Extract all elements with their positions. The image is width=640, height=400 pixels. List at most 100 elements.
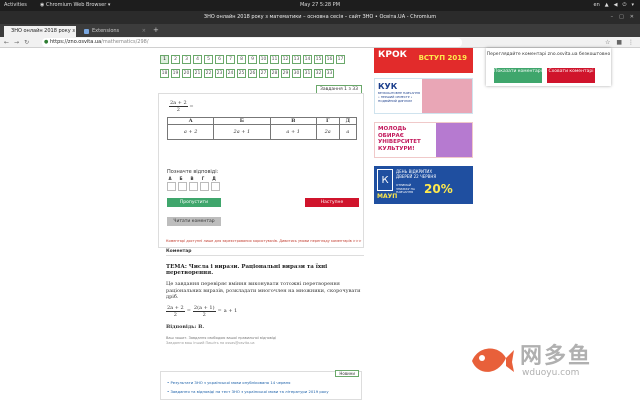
system-tray[interactable]: en ▲ ◀ ⏻ ▾ [594,0,634,11]
question-page-20[interactable]: 20 [182,69,191,78]
forward-icon[interactable]: → [14,37,19,48]
question-page-16[interactable]: 16 [325,55,334,64]
reload-icon[interactable]: ↻ [24,37,29,48]
question-page-2[interactable]: 2 [171,55,180,64]
question-page-29[interactable]: 29 [281,69,290,78]
ad-tagline: ВСТУП 2019 [418,54,467,62]
toolbar: ← → ↻ ● https://zno.osvita.ua/mathematic… [0,37,640,48]
question-page-32[interactable]: 32 [314,69,323,78]
answer-letter: А [168,176,172,181]
star-icon[interactable]: ☆ [605,37,610,48]
volume-icon: ◀ [613,2,618,8]
next-button[interactable]: Наступне [305,198,359,207]
question-page-10[interactable]: 10 [259,55,268,64]
ad-subtitle: ОТРИМАЙ ЗНИЖКУ НА НАВЧАННЯ [396,183,415,195]
question-page-33[interactable]: 33 [325,69,334,78]
solution-footnote-contact: Завдання ваш інший Пишіть на ossas@osvit… [166,340,255,345]
skip-button[interactable]: Пропустити [167,198,221,207]
option-value: a + 1 [269,124,317,140]
question-page-9[interactable]: 9 [248,55,257,64]
answer-checkboxes [167,182,220,191]
question-page-6[interactable]: 6 [215,55,224,64]
question-page-26[interactable]: 26 [248,69,257,78]
question-page-27[interactable]: 27 [259,69,268,78]
question-page-25[interactable]: 25 [237,69,246,78]
question-page-21[interactable]: 21 [193,69,202,78]
question-page-14[interactable]: 14 [303,55,312,64]
ad-banner-kuk[interactable]: КУК БЕЗКОШТОВНЕ НАВЧАННЯ • ПЕРШИЙ СЕМЕСТ… [374,78,473,114]
maup-logo-icon: К [377,169,393,191]
question-page-12[interactable]: 12 [281,55,290,64]
answer-letter: Г [201,176,205,181]
question-page-22[interactable]: 22 [204,69,213,78]
answer-checkbox[interactable] [178,182,187,191]
address-bar[interactable]: ● https://zno.osvita.ua/mathematics/298/ [42,38,462,47]
question-page-1[interactable]: 1 [160,55,169,64]
answer-checkbox[interactable] [200,182,209,191]
question-page-24[interactable]: 24 [226,69,235,78]
minimize-icon[interactable]: – [611,11,614,24]
url-path: /mathematics/298/ [101,39,149,45]
question-page-15[interactable]: 15 [314,55,323,64]
option-header: А [166,117,215,125]
solution-result: a + 1 [223,308,238,314]
tab-label: ЗНО онлайн 2018 року з м [11,28,76,34]
extension-icon[interactable]: ■ [616,37,622,48]
option-header: Г [315,117,340,125]
question-page-31[interactable]: 31 [303,69,312,78]
question-page-7[interactable]: 7 [226,55,235,64]
ad-title: КРОК [378,50,407,60]
question-page-19[interactable]: 19 [171,69,180,78]
chevron-down-icon: ▾ [631,2,634,8]
ad-photo [436,123,472,157]
close-icon[interactable]: × [142,26,146,37]
question-page-4[interactable]: 4 [193,55,202,64]
news-item-link[interactable]: • Завдання та відповіді на тест ЗНО з ук… [167,389,329,394]
tab-zno[interactable]: ЗНО онлайн 2018 року з м × [4,26,76,37]
menu-icon[interactable]: ⋮ [628,37,634,48]
question-page-17[interactable]: 17 [336,55,345,64]
popup-message: Переглядайте коментарі zno.osvita.ua без… [486,52,611,57]
question-page-11[interactable]: 11 [270,55,279,64]
question-page-3[interactable]: 3 [182,55,191,64]
tab-extensions[interactable]: Extensions × [80,26,150,37]
solution-title: ТЕМА: Числа і вирази. Раціональні вирази… [166,264,328,276]
maximize-icon[interactable]: □ [619,11,624,24]
question-page-30[interactable]: 30 [292,69,301,78]
ad-banner-maup[interactable]: К ДЕНЬ ВІДКРИТИХ ДВЕРЕЙ 22 ЧЕРВНЯ ОТРИМА… [374,166,473,204]
show-comments-button[interactable]: Показати коментарі [494,68,542,83]
answer-label: Позначте відповіді: [167,169,219,175]
answer-letter: Б [179,176,183,181]
fraction-numerator: 2(a + 1) [192,304,216,312]
solution-equation: 2a + 2 2 = 2(a + 1) 2 = a + 1 [166,305,362,318]
back-icon[interactable]: ← [4,37,9,48]
question-page-5[interactable]: 5 [204,55,213,64]
read-comment-button[interactable]: Читати коментар [167,217,221,226]
clock[interactable]: May 27 5:28 PM [0,0,640,11]
fish-logo-icon [472,348,514,372]
question-page-23[interactable]: 23 [215,69,224,78]
hide-comments-button[interactable]: Сховати коментарі [547,68,595,83]
ad-banner-krok[interactable]: КРОК ВСТУП 2019 [374,48,473,73]
fraction-denominator: 2 [173,311,177,318]
answer-checkbox[interactable] [167,182,176,191]
answer-checkbox[interactable] [189,182,198,191]
solution-answer: Відповідь: В. [166,323,205,330]
question-page-28[interactable]: 28 [270,69,279,78]
news-item-link[interactable]: • Результати ЗНО з української мови опуб… [167,380,290,385]
comments-access-note[interactable]: Коментарі доступні лише для зареєстрован… [166,239,362,243]
close-icon[interactable]: ✕ [630,11,634,24]
option-value: a + 2 [166,124,215,140]
question-page-13[interactable]: 13 [292,55,301,64]
option-value: 2a + 1 [213,124,271,140]
ad-banner-culture-university[interactable]: МОЛОДЬ ОБИРАЄ УНІВЕРСИТЕТ КУЛЬТУРИ! [374,122,473,158]
answer-checkbox[interactable] [211,182,220,191]
comments-extension-popup: Переглядайте коментарі zno.osvita.ua без… [486,48,611,86]
ad-title: ДЕНЬ ВІДКРИТИХ ДВЕРЕЙ 22 ЧЕРВНЯ [396,169,437,179]
screen: Activities ◉ Chromium Web Browser ▾ May … [0,0,640,400]
solution-text: Це завдання перевіряє вміння виконувати … [166,281,361,300]
question-page-18[interactable]: 18 [160,69,169,78]
question-page-8[interactable]: 8 [237,55,246,64]
language-indicator[interactable]: en [594,0,600,11]
new-tab-button[interactable]: + [153,24,159,37]
